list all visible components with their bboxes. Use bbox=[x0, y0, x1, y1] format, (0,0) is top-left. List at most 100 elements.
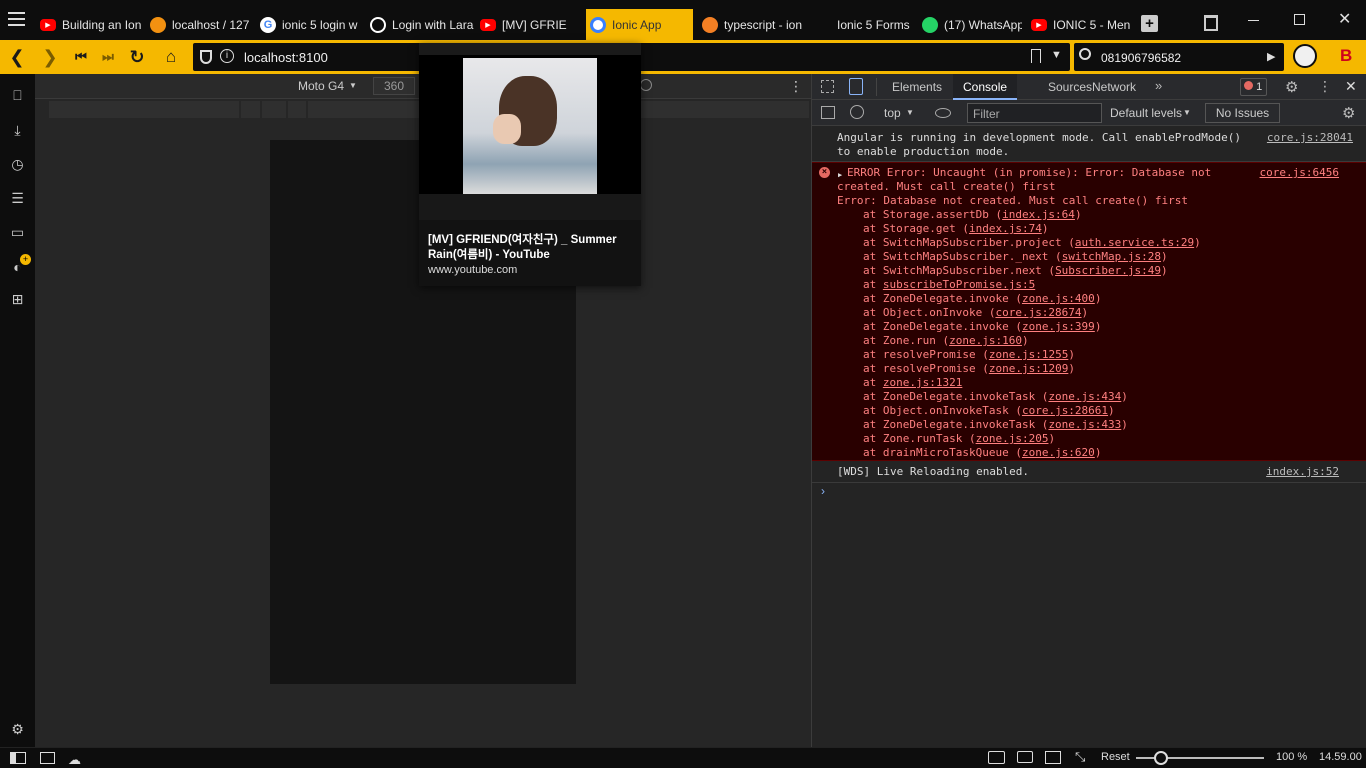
close-window-button[interactable]: ✕ bbox=[1338, 9, 1351, 29]
stack-file-link[interactable]: subscribeToPromise.js:5 bbox=[883, 278, 1035, 291]
tab-9[interactable]: (17) WhatsApp bbox=[922, 9, 1022, 40]
clear-console-icon[interactable] bbox=[850, 105, 864, 119]
back-button[interactable]: ❮ bbox=[5, 45, 29, 69]
github-icon bbox=[370, 16, 386, 33]
stack-file-link[interactable]: auth.service.ts:29 bbox=[1075, 236, 1194, 249]
minimize-button[interactable] bbox=[1248, 20, 1259, 21]
stack-file-link[interactable]: zone.js:399 bbox=[1022, 320, 1095, 333]
search-go-icon[interactable]: ▶ bbox=[1267, 50, 1275, 63]
history-icon[interactable]: ◷ bbox=[9, 156, 26, 173]
bookmarks-icon[interactable]: ⎕ bbox=[9, 87, 26, 104]
panel-toggle-icon[interactable] bbox=[10, 752, 26, 764]
more-options-icon[interactable]: ⋮ bbox=[789, 78, 803, 95]
reading-list-icon[interactable]: ▭ bbox=[9, 224, 26, 241]
extension-icon[interactable]: B bbox=[1340, 46, 1352, 66]
console-settings-icon[interactable]: ⚙ bbox=[1342, 104, 1355, 122]
tab-elements[interactable]: Elements bbox=[882, 74, 952, 100]
page-actions-icon[interactable]: ⤡ bbox=[1075, 749, 1085, 765]
device-select-chevron-icon[interactable]: ▼ bbox=[349, 81, 357, 90]
filter-input[interactable]: Filter bbox=[967, 103, 1102, 123]
device-mode-icon[interactable] bbox=[849, 78, 863, 95]
stack-file-link[interactable]: zone.js:205 bbox=[976, 432, 1049, 445]
tiling-icon[interactable] bbox=[40, 752, 55, 764]
downloads-icon[interactable]: ⤓ bbox=[9, 122, 26, 139]
reset-zoom-button[interactable]: Reset bbox=[1101, 751, 1130, 763]
trash-icon[interactable] bbox=[1204, 15, 1218, 31]
settings-gear-icon[interactable]: ⚙ bbox=[1285, 78, 1298, 96]
stack-file-link[interactable]: zone.js:433 bbox=[1048, 418, 1121, 431]
error-icon bbox=[1244, 81, 1253, 90]
log-levels-select[interactable]: Default levels bbox=[1110, 106, 1182, 120]
stack-file-link[interactable]: zone.js:1321 bbox=[883, 376, 962, 389]
stack-file-link[interactable]: zone.js:434 bbox=[1048, 390, 1121, 403]
stack-file-link[interactable]: zone.js:1209 bbox=[989, 362, 1068, 375]
stack-file-link[interactable]: switchMap.js:28 bbox=[1062, 250, 1161, 263]
settings-icon[interactable]: ⚙ bbox=[9, 721, 26, 738]
tab-7[interactable]: typescript - ion bbox=[702, 9, 806, 40]
maximize-button[interactable] bbox=[1294, 14, 1305, 25]
info-icon[interactable]: i bbox=[220, 49, 234, 63]
error-source-link[interactable]: core.js:6456 bbox=[1260, 166, 1339, 180]
add-panel-icon[interactable]: ⊞ bbox=[9, 291, 26, 308]
tab-1[interactable]: ▶ Building an Ion bbox=[40, 9, 142, 40]
console-prompt[interactable]: › bbox=[821, 484, 825, 498]
zoom-slider[interactable] bbox=[1136, 751, 1264, 765]
wds-source-link[interactable]: index.js:52 bbox=[1266, 465, 1339, 479]
menu-icon[interactable] bbox=[8, 12, 25, 26]
forward-button[interactable]: ❯ bbox=[38, 45, 62, 69]
levels-chevron-icon[interactable]: ▼ bbox=[1183, 108, 1191, 117]
width-input[interactable]: 360 bbox=[373, 77, 415, 95]
kebab-menu-icon[interactable]: ⋮ bbox=[1318, 78, 1332, 95]
stack-file-link[interactable]: zone.js:160 bbox=[949, 334, 1022, 347]
issues-label: No Issues bbox=[1215, 106, 1270, 120]
tab-6[interactable]: Ionic App bbox=[586, 9, 693, 40]
tab-8[interactable]: Ionic 5 Forms bbox=[815, 9, 910, 40]
window-icon[interactable] bbox=[1017, 751, 1033, 763]
stack-file-link[interactable]: core.js:28674 bbox=[995, 306, 1081, 319]
sidebar-toggle-icon[interactable] bbox=[821, 106, 835, 119]
error-count-badge[interactable]: 1 bbox=[1240, 78, 1267, 96]
avatar[interactable] bbox=[1293, 44, 1317, 68]
tab-10[interactable]: ▶ IONIC 5 - Men bbox=[1031, 9, 1134, 40]
fast-forward-button[interactable]: ⏭ bbox=[96, 45, 120, 69]
eye-icon[interactable] bbox=[935, 108, 951, 118]
reload-button[interactable]: ↻ bbox=[125, 45, 149, 69]
issues-button[interactable]: No Issues bbox=[1205, 103, 1280, 123]
stack-file-link[interactable]: zone.js:400 bbox=[1022, 292, 1095, 305]
home-button[interactable]: ⌂ bbox=[159, 45, 183, 69]
search-field[interactable]: 081906796582 ▶ bbox=[1074, 43, 1284, 71]
zoom-slider-thumb[interactable] bbox=[1154, 751, 1169, 765]
new-tab-button[interactable]: + bbox=[1141, 15, 1158, 32]
tab-5[interactable]: ▶[MV] GFRIE✕ bbox=[480, 9, 572, 40]
context-chevron-icon[interactable]: ▼ bbox=[906, 108, 914, 117]
stack-file-link[interactable]: zone.js:1255 bbox=[989, 348, 1068, 361]
tab-3[interactable]: Gionic 5 login w bbox=[260, 9, 360, 40]
context-select[interactable]: top bbox=[884, 106, 901, 120]
stack-end: ) bbox=[1021, 334, 1029, 347]
chevron-down-icon[interactable]: ▼ bbox=[1051, 49, 1062, 61]
more-tabs-icon[interactable]: » bbox=[1155, 78, 1162, 93]
console-source-link[interactable]: core.js:28041 bbox=[1267, 131, 1353, 145]
stack-function: at Storage.get ( bbox=[863, 222, 969, 235]
device-select[interactable]: Moto G4 bbox=[298, 79, 344, 93]
close-devtools-icon[interactable]: ✕ bbox=[1345, 78, 1357, 95]
tab-console[interactable]: Console bbox=[953, 74, 1018, 100]
stack-file-link[interactable]: zone.js:620 bbox=[1022, 446, 1095, 459]
image-icon[interactable] bbox=[1045, 751, 1061, 764]
stack-file-link[interactable]: index.js:74 bbox=[969, 222, 1042, 235]
shield-icon[interactable] bbox=[200, 50, 212, 64]
rewind-button[interactable]: ⏮ bbox=[69, 45, 93, 69]
stack-file-link[interactable]: index.js:64 bbox=[1002, 208, 1075, 221]
stack-file-link[interactable]: core.js:28661 bbox=[1022, 404, 1108, 417]
capture-icon[interactable] bbox=[988, 751, 1005, 764]
youtube-icon: ▶ bbox=[1031, 18, 1047, 31]
cloud-icon[interactable]: ☁ bbox=[68, 752, 81, 768]
notes-icon[interactable]: ☰ bbox=[9, 190, 26, 207]
stack-file-link[interactable]: Subscriber.js:49 bbox=[1055, 264, 1161, 277]
tab-4[interactable]: Login with Lara bbox=[370, 9, 475, 40]
tab-2[interactable]: localhost / 127 bbox=[150, 9, 250, 40]
inspect-icon[interactable] bbox=[821, 80, 834, 93]
tab-network[interactable]: Network bbox=[1082, 74, 1146, 100]
bookmark-icon[interactable] bbox=[1031, 49, 1041, 63]
rotate-icon[interactable] bbox=[640, 79, 652, 91]
